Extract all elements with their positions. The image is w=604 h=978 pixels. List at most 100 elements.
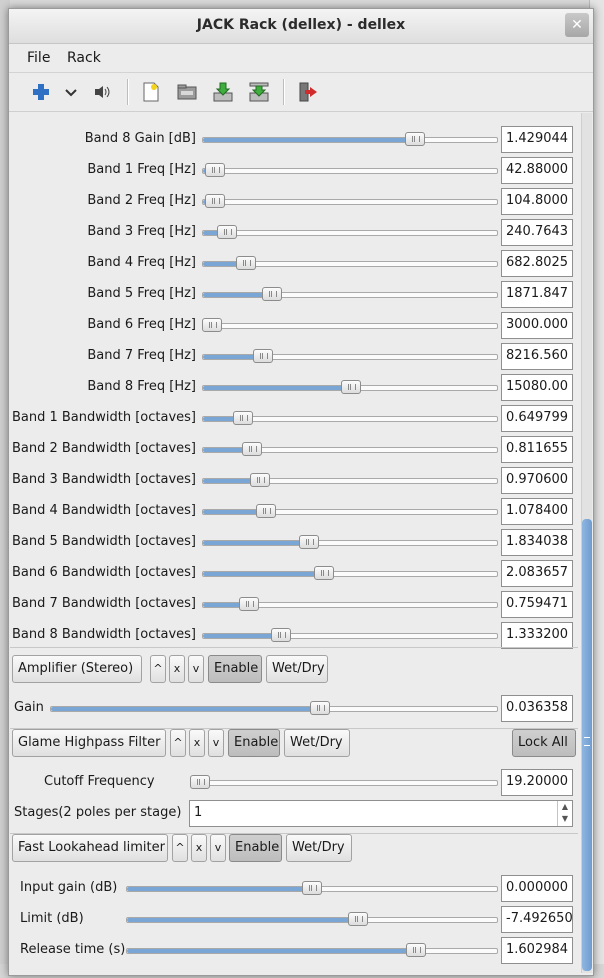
add-icon[interactable] <box>29 81 53 103</box>
remove-plugin-button[interactable]: x <box>191 834 207 862</box>
slider-thumb[interactable] <box>190 775 211 789</box>
value-field[interactable]: -7.492650 <box>501 906 573 933</box>
value-field[interactable]: 0.759471 <box>501 591 573 618</box>
import-icon[interactable] <box>211 81 235 103</box>
slider-track[interactable] <box>202 287 498 301</box>
value-field[interactable]: 1.429044 <box>501 126 573 153</box>
value-field[interactable]: 682.8025 <box>501 250 573 277</box>
slider-thumb[interactable] <box>232 411 253 425</box>
remove-plugin-button[interactable]: x <box>189 729 205 757</box>
plugin-name-button[interactable]: Glame Highpass Filter <box>12 729 166 757</box>
value-field[interactable]: 0.970600 <box>501 467 573 494</box>
wet-dry-toggle[interactable]: Wet/Dry <box>284 729 350 757</box>
slider-track[interactable] <box>50 701 498 715</box>
slider-track[interactable] <box>202 163 498 177</box>
slider-track[interactable] <box>202 535 498 549</box>
slider-track[interactable] <box>202 597 498 611</box>
move-up-button[interactable]: ^ <box>150 655 166 683</box>
slider-thumb[interactable] <box>253 349 274 363</box>
move-down-button[interactable]: v <box>210 834 226 862</box>
slider-thumb[interactable] <box>204 194 225 208</box>
value-field[interactable]: 3000.000 <box>501 312 573 339</box>
slider-track[interactable] <box>126 943 498 957</box>
move-down-button[interactable]: v <box>188 655 204 683</box>
enable-toggle[interactable]: Enable <box>229 834 282 862</box>
slider-thumb[interactable] <box>241 442 262 456</box>
slider-thumb[interactable] <box>201 318 222 332</box>
slider-track[interactable] <box>202 442 498 456</box>
slider-track[interactable] <box>126 912 498 926</box>
enable-toggle[interactable]: Enable <box>208 655 262 683</box>
value-field[interactable]: 1.333200 <box>501 622 573 649</box>
value-field[interactable]: 240.7643 <box>501 219 573 246</box>
slider-track[interactable] <box>202 628 498 642</box>
slider-track[interactable] <box>202 380 498 394</box>
quit-icon[interactable] <box>295 81 319 103</box>
slider-thumb[interactable] <box>310 701 331 715</box>
value-field[interactable]: 0.036358 <box>501 695 573 722</box>
wet-dry-toggle[interactable]: Wet/Dry <box>266 655 328 683</box>
value-field[interactable]: 0.000000 <box>501 875 573 902</box>
slider-track[interactable] <box>202 566 498 580</box>
value-field[interactable]: 0.811655 <box>501 436 573 463</box>
stages-spinbox[interactable]: 1 ▲ ▼ <box>189 800 573 827</box>
slider-track[interactable] <box>202 256 498 270</box>
spin-arrows-icon[interactable]: ▲ ▼ <box>557 801 572 826</box>
slider-track[interactable] <box>202 225 498 239</box>
value-field[interactable]: 1871.847 <box>501 281 573 308</box>
enable-toggle[interactable]: Enable <box>228 729 280 757</box>
slider-thumb[interactable] <box>238 597 259 611</box>
dropdown-icon[interactable] <box>59 81 83 103</box>
slider-track[interactable] <box>126 881 498 895</box>
value-field[interactable]: 2.083657 <box>501 560 573 587</box>
slider-track[interactable] <box>190 775 498 789</box>
value-field[interactable]: 0.649799 <box>501 405 573 432</box>
slider-thumb[interactable] <box>262 287 283 301</box>
export-icon[interactable] <box>247 81 271 103</box>
value-field[interactable]: 1.602984 <box>501 937 573 964</box>
slider-thumb[interactable] <box>298 535 319 549</box>
slider-thumb[interactable] <box>313 566 334 580</box>
slider-thumb[interactable] <box>348 912 369 926</box>
new-file-icon[interactable] <box>139 81 163 103</box>
open-folder-icon[interactable] <box>175 81 199 103</box>
vertical-scrollbar[interactable] <box>581 113 592 973</box>
slider-track[interactable] <box>202 132 498 146</box>
value-field[interactable]: 1.834038 <box>501 529 573 556</box>
value-field[interactable]: 104.8000 <box>501 188 573 215</box>
slider-track[interactable] <box>202 194 498 208</box>
slider-thumb[interactable] <box>404 132 425 146</box>
slider-track[interactable] <box>202 473 498 487</box>
slider-track[interactable] <box>202 349 498 363</box>
slider-track[interactable] <box>202 411 498 425</box>
value-field[interactable]: 42.88000 <box>501 157 573 184</box>
move-up-button[interactable]: ^ <box>170 729 186 757</box>
plugin-name-button[interactable]: Fast Lookahead limiter <box>12 834 168 862</box>
slider-track[interactable] <box>201 318 498 332</box>
slider-thumb[interactable] <box>270 628 291 642</box>
slider-thumb[interactable] <box>256 504 277 518</box>
slider-thumb[interactable] <box>204 163 225 177</box>
slider-thumb[interactable] <box>216 225 237 239</box>
slider-thumb[interactable] <box>235 256 256 270</box>
scrollbar-thumb[interactable] <box>582 519 592 971</box>
menu-rack[interactable]: Rack <box>67 50 101 66</box>
value-field[interactable]: 1.078400 <box>501 498 573 525</box>
menu-file[interactable]: File <box>27 50 50 66</box>
remove-plugin-button[interactable]: x <box>169 655 185 683</box>
value-field[interactable]: 15080.00 <box>501 374 573 401</box>
move-down-button[interactable]: v <box>208 729 224 757</box>
value-field[interactable]: 8216.560 <box>501 343 573 370</box>
slider-thumb[interactable] <box>302 881 322 895</box>
slider-thumb[interactable] <box>405 943 426 957</box>
slider-track[interactable] <box>202 504 498 518</box>
wet-dry-toggle[interactable]: Wet/Dry <box>286 834 352 862</box>
speaker-icon[interactable] <box>91 81 115 103</box>
slider-thumb[interactable] <box>341 380 362 394</box>
close-icon[interactable]: ✕ <box>565 13 589 37</box>
lock-all-button[interactable]: Lock All <box>512 729 576 757</box>
value-field[interactable]: 19.20000 <box>501 769 573 796</box>
slider-thumb[interactable] <box>250 473 271 487</box>
plugin-name-button[interactable]: Amplifier (Stereo) <box>12 655 142 683</box>
move-up-button[interactable]: ^ <box>172 834 188 862</box>
